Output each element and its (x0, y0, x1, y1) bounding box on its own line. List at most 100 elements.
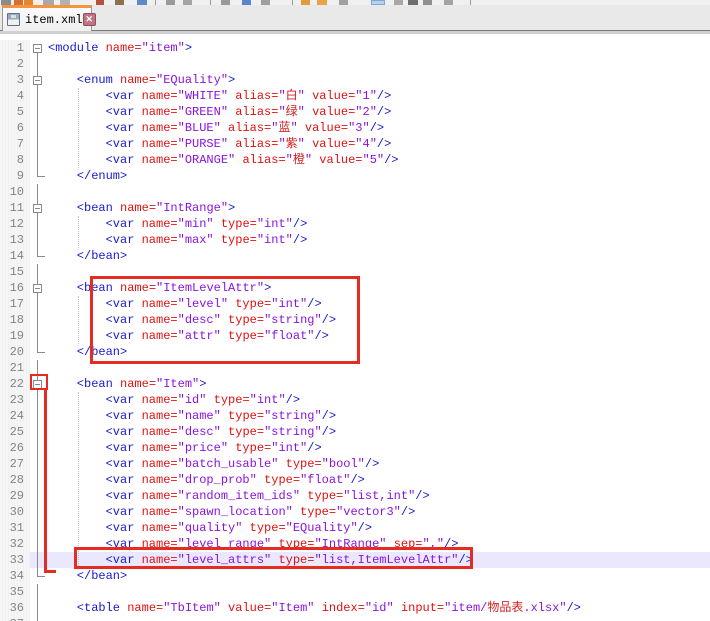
fold-margin (30, 520, 46, 536)
code-line-36: 36<table name="TbItem" value="Item" inde… (0, 600, 710, 616)
syntax-token: "TbItem" (163, 601, 228, 615)
code-text[interactable]: <bean name="IntRange"> (46, 200, 710, 216)
code-text[interactable]: <var name="quality" type="EQuality"/> (46, 520, 710, 536)
code-text[interactable]: <module name="item"> (46, 40, 710, 56)
code-text[interactable]: <var name="WHITE" alias="白" value="1"/> (46, 88, 710, 104)
code-text[interactable]: </bean> (46, 248, 710, 264)
fold-margin (30, 328, 46, 344)
tab-item-xml[interactable]: item.xml ✕ (2, 5, 92, 31)
fold-margin (30, 152, 46, 168)
code-text[interactable]: <var name="drop_prob" type="float"/> (46, 472, 710, 488)
line-number: 24 (0, 408, 30, 424)
code-text[interactable]: <var name="spawn_location" type="vector3… (46, 504, 710, 520)
fold-margin (30, 424, 46, 440)
fold-margin[interactable] (30, 376, 46, 392)
fold-margin[interactable] (30, 200, 46, 216)
code-text[interactable]: <table name="TbItem" value="Item" index=… (46, 600, 710, 616)
syntax-token: name= (142, 137, 178, 151)
code-text[interactable]: <var name="attr" type="float"/> (46, 328, 710, 344)
syntax-token: <var (106, 297, 142, 311)
line-number: 2 (0, 56, 30, 72)
line-number: 26 (0, 440, 30, 456)
fold-margin (30, 536, 46, 552)
code-text[interactable]: <var name="ORANGE" alias="橙" value="5"/> (46, 152, 710, 168)
syntax-token: name= (120, 377, 156, 391)
syntax-token: " (298, 89, 312, 103)
tab-close-icon[interactable]: ✕ (83, 13, 96, 26)
syntax-token: <bean (77, 201, 120, 215)
code-editor[interactable]: 1<module name="item">23<enum name="EQual… (0, 34, 710, 621)
syntax-token: /> (322, 425, 336, 439)
code-text[interactable] (46, 56, 710, 72)
syntax-token: "BLUE" (178, 121, 228, 135)
fold-margin[interactable] (30, 40, 46, 56)
line-number: 3 (0, 72, 30, 88)
line-number: 16 (0, 280, 30, 296)
code-line-5: 5<var name="GREEN" alias="绿" value="2"/> (0, 104, 710, 120)
code-text[interactable]: <var name="GREEN" alias="绿" value="2"/> (46, 104, 710, 120)
code-text[interactable] (46, 616, 710, 621)
code-text[interactable]: <bean name="Item"> (46, 376, 710, 392)
code-text[interactable]: <var name="PURSE" alias="紫" value="4"/> (46, 136, 710, 152)
line-number: 13 (0, 232, 30, 248)
fold-collapse-icon[interactable] (33, 284, 42, 293)
code-text[interactable]: <var name="max" type="int"/> (46, 232, 710, 248)
code-text[interactable]: </bean> (46, 344, 710, 360)
code-text[interactable]: <var name="random_item_ids" type="list,i… (46, 488, 710, 504)
code-text[interactable]: <var name="BLUE" alias="蓝" value="3"/> (46, 120, 710, 136)
syntax-token: name= (142, 121, 178, 135)
code-text[interactable]: <var name="level_range" type="IntRange" … (46, 536, 710, 552)
syntax-token: /> (377, 89, 391, 103)
code-line-6: 6<var name="BLUE" alias="蓝" value="3"/> (0, 120, 710, 136)
syntax-token: type= (250, 521, 286, 535)
syntax-token: alias= (242, 153, 285, 167)
line-number: 8 (0, 152, 30, 168)
code-line-27: 27<var name="batch_usable" type="bool"/> (0, 456, 710, 472)
code-text[interactable]: <var name="desc" type="string"/> (46, 424, 710, 440)
syntax-token: "item" (142, 41, 185, 55)
code-text[interactable]: <var name="level" type="int"/> (46, 296, 710, 312)
code-text[interactable] (46, 184, 710, 200)
fold-margin[interactable] (30, 72, 46, 88)
code-text[interactable]: <bean name="ItemLevelAttr"> (46, 280, 710, 296)
code-text[interactable]: </bean> (46, 568, 710, 584)
syntax-token: type= (221, 233, 257, 247)
fold-margin (30, 504, 46, 520)
syntax-token: type= (286, 457, 322, 471)
code-text[interactable] (46, 584, 710, 600)
syntax-token: 紫 (286, 137, 298, 151)
syntax-token: "IntRange" (314, 537, 393, 551)
code-text[interactable]: <var name="level_attrs" type="list,ItemL… (46, 552, 710, 568)
code-line-26: 26 <var name="price" type="int"/> (0, 440, 710, 456)
code-text[interactable] (46, 264, 710, 280)
code-text[interactable]: <var name="id" type="int"/> (46, 392, 710, 408)
syntax-token: "," (423, 537, 445, 551)
fold-collapse-icon[interactable] (33, 204, 42, 213)
code-text[interactable]: <var name="batch_usable" type="bool"/> (46, 456, 710, 472)
syntax-token: <bean (77, 281, 120, 295)
fold-collapse-icon[interactable] (33, 76, 42, 85)
syntax-token: value= (305, 121, 348, 135)
code-text[interactable]: <var name="desc" type="string"/> (46, 312, 710, 328)
code-line-31: 31<var name="quality" type="EQuality"/> (0, 520, 710, 536)
fold-collapse-icon[interactable] (33, 380, 42, 389)
code-text[interactable] (46, 360, 710, 376)
code-line-32: 32<var name="level_range" type="IntRange… (0, 536, 710, 552)
line-number: 20 (0, 344, 30, 360)
fold-collapse-icon[interactable] (33, 44, 42, 53)
syntax-token: "GREEN" (178, 105, 236, 119)
code-text[interactable]: <var name="name" type="string"/> (46, 408, 710, 424)
line-number: 9 (0, 168, 30, 184)
code-text[interactable]: <var name="price" type="int"/> (46, 440, 710, 456)
syntax-token: > (264, 281, 271, 295)
fold-margin[interactable] (30, 280, 46, 296)
code-text[interactable]: <var name="min" type="int"/> (46, 216, 710, 232)
code-text[interactable]: <enum name="EQuality"> (46, 72, 710, 88)
syntax-token: "string" (264, 425, 322, 439)
code-text[interactable]: </enum> (46, 168, 710, 184)
syntax-token: sep= (394, 537, 423, 551)
syntax-token: name= (142, 393, 178, 407)
fold-margin (30, 440, 46, 456)
syntax-token: "level_attrs" (178, 553, 279, 567)
line-number: 18 (0, 312, 30, 328)
